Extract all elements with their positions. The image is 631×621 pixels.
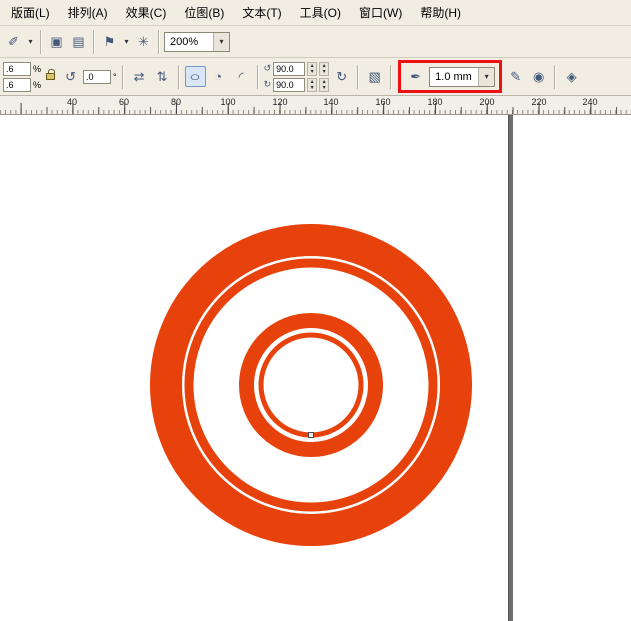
end-angle-icon: ↻ — [264, 79, 272, 90]
menu-layout[interactable]: 版面(L) — [2, 0, 59, 25]
end-angle-spinner-2[interactable]: ▴▾ — [319, 78, 329, 92]
drawing-canvas[interactable] — [0, 115, 631, 621]
horizontal-ruler[interactable]: 40 60 80 100 120 140 160 180 200 220 240 — [0, 96, 631, 115]
ruler-label: 120 — [272, 97, 287, 107]
arc-button[interactable]: ◜ — [231, 66, 252, 87]
ruler-label: 240 — [582, 97, 597, 107]
scale-vertical-unit: % — [33, 80, 41, 90]
property-bar: % % ↺ ° ⇄ ⇅ ○ ◔ ◜ ↺ ▴▾ ▴▾ — [0, 58, 631, 96]
ruler-label: 140 — [323, 97, 338, 107]
start-angle-input[interactable] — [273, 62, 305, 76]
toolbar-separator — [40, 30, 42, 54]
lock-ratio-icon[interactable] — [46, 73, 55, 80]
toolbar-separator — [257, 65, 259, 89]
toolbar-separator — [178, 65, 180, 89]
degree-label: ° — [113, 72, 117, 82]
menu-effects[interactable]: 效果(C) — [117, 0, 176, 25]
tool-icon[interactable]: ✐ — [3, 31, 24, 52]
import-icon[interactable]: ▣ — [46, 31, 67, 52]
end-angle-spinner[interactable]: ▴▾ — [307, 78, 317, 92]
application-launcher-icon[interactable]: ⚑ — [99, 31, 120, 52]
concentric-circles-drawing[interactable] — [0, 115, 631, 621]
ruler-label: 60 — [119, 97, 129, 107]
ruler-label: 220 — [531, 97, 546, 107]
zoom-dropdown-icon[interactable]: ▾ — [213, 33, 229, 51]
end-angle-input[interactable] — [273, 78, 305, 92]
menu-text[interactable]: 文本(T) — [233, 0, 290, 25]
rotation-angle-input[interactable] — [83, 70, 111, 84]
ruler-label: 200 — [479, 97, 494, 107]
welcome-screen-icon[interactable]: ✳ — [133, 31, 154, 52]
outline-pen-icon: ✒ — [405, 66, 426, 87]
toolbar-separator — [357, 65, 359, 89]
coreldraw-window: 版面(L) 排列(A) 效果(C) 位图(B) 文本(T) 工具(O) 窗口(W… — [0, 0, 631, 621]
outline-width-dropdown-icon[interactable]: ▾ — [478, 68, 494, 86]
object-properties-button[interactable]: ◉ — [528, 66, 549, 87]
wrap-text-button[interactable]: ◈ — [561, 66, 582, 87]
rotate-icon: ↺ — [60, 66, 81, 87]
menu-arrange[interactable]: 排列(A) — [59, 0, 117, 25]
menu-bar: 版面(L) 排列(A) 效果(C) 位图(B) 文本(T) 工具(O) 窗口(W… — [0, 0, 631, 26]
pie-button[interactable]: ◔ — [208, 66, 229, 87]
ruler-label: 180 — [427, 97, 442, 107]
scale-horizontal-input[interactable] — [3, 62, 31, 76]
tool-dropdown-icon[interactable]: ▾ — [25, 31, 36, 52]
curve-node-marker[interactable] — [308, 432, 314, 438]
page-edge-line — [508, 115, 513, 621]
scale-vertical-input[interactable] — [3, 78, 31, 92]
start-angle-icon: ↺ — [264, 63, 272, 74]
inner-thick-ring[interactable] — [247, 321, 376, 450]
standard-toolbar: ✐ ▾ ▣ ▤ ⚑ ▾ ✳ 200% ▾ — [0, 26, 631, 58]
ruler-label: 160 — [375, 97, 390, 107]
launcher-dropdown-icon[interactable]: ▾ — [121, 31, 132, 52]
outline-width-combobox[interactable]: 1.0 mm ▾ — [429, 67, 495, 87]
annotation-highlight-box: ✒ 1.0 mm ▾ — [398, 60, 502, 93]
toolbar-separator — [158, 30, 160, 54]
ruler-label: 40 — [67, 97, 77, 107]
zoom-level-value: 200% — [165, 33, 213, 51]
outer-thick-ring[interactable] — [166, 240, 456, 530]
mirror-vertical-button[interactable]: ⇅ — [152, 66, 173, 87]
menu-window[interactable]: 窗口(W) — [350, 0, 411, 25]
arc-direction-button[interactable]: ↻ — [331, 66, 352, 87]
zoom-level-combobox[interactable]: 200% ▾ — [164, 32, 230, 52]
menu-tools[interactable]: 工具(O) — [291, 0, 350, 25]
outline-width-value: 1.0 mm — [430, 68, 478, 86]
ellipse-button[interactable]: ○ — [185, 66, 206, 87]
menu-help[interactable]: 帮助(H) — [411, 0, 470, 25]
toolbar-separator — [554, 65, 556, 89]
toolbar-separator — [93, 30, 95, 54]
inner-thin-ring[interactable] — [261, 335, 361, 435]
outer-thin-ring[interactable] — [189, 263, 433, 507]
arc-angle-fields: ↺ ▴▾ ▴▾ ↻ ▴▾ ▴▾ — [264, 62, 330, 92]
ruler-label: 80 — [171, 97, 181, 107]
mirror-horizontal-button[interactable]: ⇄ — [129, 66, 150, 87]
scale-horizontal-unit: % — [33, 64, 41, 74]
toolbar-separator — [122, 65, 124, 89]
menu-bitmaps[interactable]: 位图(B) — [175, 0, 233, 25]
ruler-label: 100 — [220, 97, 235, 107]
start-angle-spinner[interactable]: ▴▾ — [307, 62, 317, 76]
convert-to-curve-button[interactable]: ▧ — [364, 66, 385, 87]
edit-properties-button[interactable]: ✎ — [505, 66, 526, 87]
export-icon[interactable]: ▤ — [68, 31, 89, 52]
toolbar-separator — [390, 65, 392, 89]
start-angle-spinner-2[interactable]: ▴▾ — [319, 62, 329, 76]
scale-factor-fields: % % — [3, 62, 41, 92]
